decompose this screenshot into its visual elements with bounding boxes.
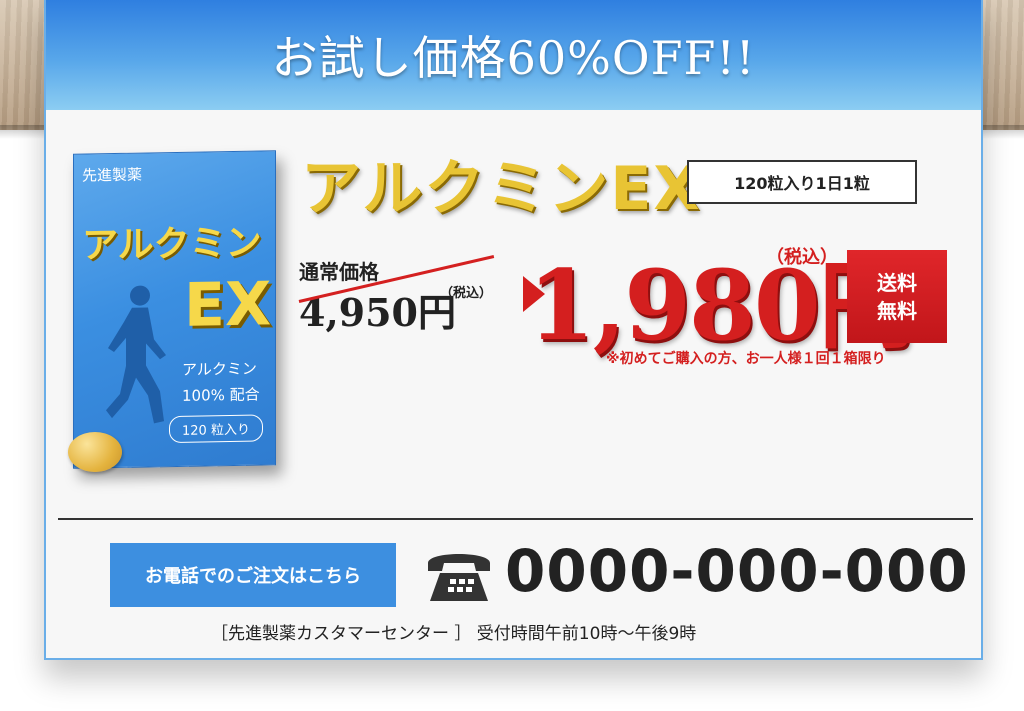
- product-package-image: 先進製薬 アルクミン EX アルクミン 100% 配合 120 粒入り: [73, 150, 276, 469]
- purchase-limit-note: ※初めてご購入の方、お一人様１回１箱限り: [606, 351, 886, 367]
- offer-banner: お試し価格60%OFF!!: [46, 0, 981, 110]
- wood-shadow-right: [980, 125, 1024, 139]
- package-count-badge: 120 粒入り: [169, 414, 263, 444]
- wood-background-left: [0, 0, 44, 130]
- wood-background-right: [980, 0, 1024, 130]
- sale-price-tax: （税込）: [766, 247, 838, 268]
- package-ex-label: EX: [184, 269, 272, 341]
- section-divider: [58, 518, 973, 520]
- offer-card: お試し価格60%OFF!! 先進製薬 アルクミン EX アルクミン 100% 配…: [44, 0, 983, 660]
- product-title: アルクミンEX: [301, 154, 702, 224]
- regular-price-label: 通常価格: [299, 260, 379, 284]
- package-maker: 先進製薬: [82, 165, 143, 185]
- phone-order-button[interactable]: お電話でのご注文はこちら: [110, 543, 396, 607]
- shipping-line-2: 無料: [877, 298, 917, 323]
- wood-shadow-left: [0, 125, 44, 139]
- telephone-icon: [428, 554, 490, 601]
- package-product-name: アルクミン: [82, 222, 262, 267]
- pack-info-box: 120粒入り1日1粒: [687, 160, 917, 204]
- business-hours: ［先進製薬カスタマーセンター ］ 受付時間午前10時～午後9時: [211, 624, 697, 644]
- shipping-line-1: 送料: [877, 270, 917, 295]
- regular-price-tax: （税込）: [440, 286, 493, 301]
- runner-silhouette-icon: [106, 285, 166, 424]
- regular-price: 4,950円: [299, 290, 456, 335]
- banner-title: お試し価格60%OFF!!: [271, 31, 756, 85]
- package-ingredient: アルクミン: [182, 359, 257, 379]
- package-percentage: 100% 配合: [182, 385, 260, 405]
- free-shipping-badge: 送料 無料: [847, 250, 947, 343]
- phone-number[interactable]: 0000-000-000: [505, 537, 969, 605]
- capsule-image: [68, 432, 122, 472]
